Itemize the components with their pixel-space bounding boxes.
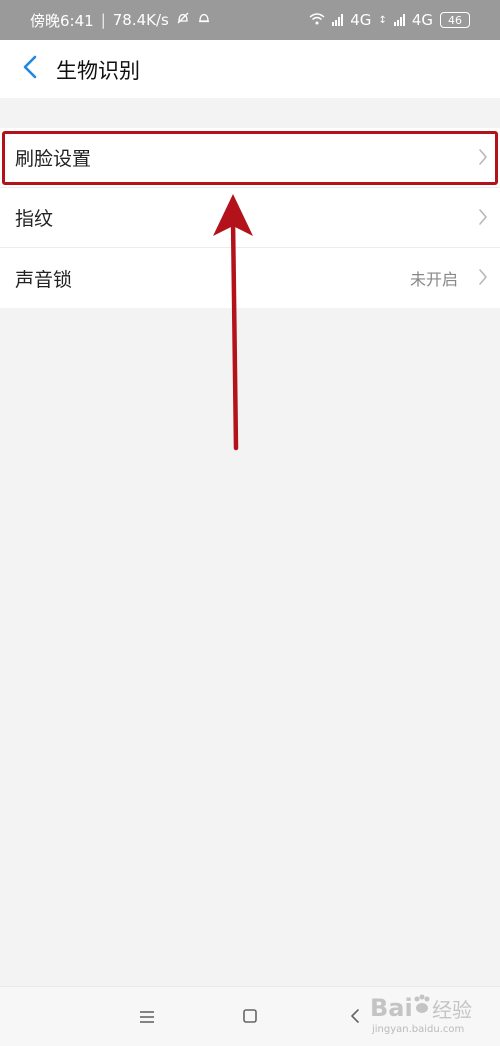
network-speed: 78.4K/s bbox=[112, 11, 169, 29]
chevron-left-icon bbox=[349, 1008, 361, 1028]
chevron-left-icon bbox=[22, 55, 38, 83]
face-recognition-settings-item[interactable]: 刷脸设置 bbox=[0, 128, 500, 188]
voice-lock-item[interactable]: 声音锁 未开启 bbox=[0, 248, 500, 308]
bell-off-icon bbox=[176, 11, 190, 29]
chevron-right-icon bbox=[478, 268, 488, 290]
status-right: 4G ↕ 4G 46 bbox=[309, 11, 470, 29]
wifi-icon bbox=[309, 11, 325, 29]
chevron-right-icon bbox=[478, 148, 488, 170]
sim2-network: 4G bbox=[411, 11, 433, 29]
sim1-network: 4G bbox=[350, 11, 372, 29]
status-left: 傍晚6:41 | 78.4K/s bbox=[30, 10, 211, 31]
status-time: 傍晚6:41 bbox=[30, 11, 94, 30]
signal-strength-icon-2 bbox=[393, 14, 405, 26]
battery-icon: 46 bbox=[440, 12, 470, 28]
signal-strength-icon bbox=[332, 14, 344, 26]
nav-back-button[interactable] bbox=[342, 1005, 368, 1031]
list-item-label: 刷脸设置 bbox=[15, 148, 92, 170]
system-nav-bar bbox=[0, 986, 500, 1046]
bell-icon bbox=[197, 11, 211, 29]
list-item-label: 声音锁 bbox=[15, 268, 73, 291]
back-button[interactable] bbox=[10, 48, 50, 90]
app-header: 生物识别 bbox=[0, 40, 500, 98]
battery-level: 46 bbox=[448, 13, 462, 27]
fingerprint-item[interactable]: 指纹 bbox=[0, 188, 500, 248]
menu-icon bbox=[139, 1009, 155, 1028]
chevron-right-icon bbox=[478, 208, 488, 230]
status-bar: 傍晚6:41 | 78.4K/s 4G ↕ 4G 46 bbox=[0, 0, 500, 40]
list-item-label: 指纹 bbox=[15, 208, 54, 230]
home-button[interactable] bbox=[237, 1005, 263, 1031]
data-transfer-icon: ↕ bbox=[378, 14, 387, 26]
settings-list: 刷脸设置 指纹 声音锁 未开启 bbox=[0, 128, 500, 308]
square-icon bbox=[242, 1008, 258, 1028]
page-title: 生物识别 bbox=[56, 59, 140, 83]
menu-button[interactable] bbox=[134, 1005, 160, 1031]
status-separator: | bbox=[100, 11, 106, 29]
list-item-value: 未开启 bbox=[409, 270, 458, 289]
